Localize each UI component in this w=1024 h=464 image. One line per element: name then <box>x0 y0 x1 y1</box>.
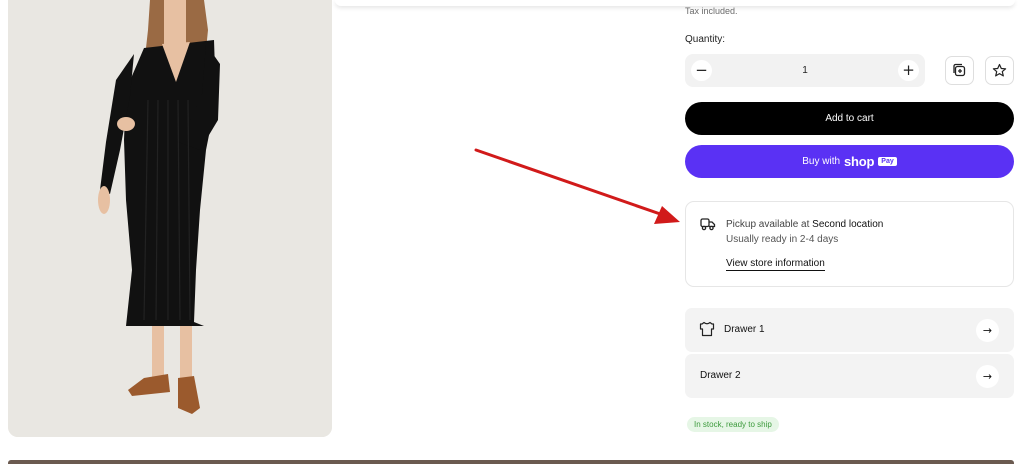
buy-with-label: Buy with <box>802 156 841 167</box>
stock-status-badge: In stock, ready to ship <box>687 417 779 432</box>
add-to-cart-button[interactable]: Add to cart <box>685 102 1014 135</box>
next-section-image-edge <box>8 460 1014 464</box>
pickup-location: Second location <box>812 219 884 230</box>
view-store-information-link[interactable]: View store information <box>726 258 825 271</box>
buy-with-shop-pay-button[interactable]: Buy with shop Pay <box>685 145 1014 178</box>
annotation-red-arrow <box>474 148 680 224</box>
model-in-black-dress-image <box>8 0 332 437</box>
shirt-icon <box>699 321 715 337</box>
drawer-2-label: Drawer 2 <box>700 370 741 381</box>
truck-icon <box>700 218 716 231</box>
compare-button[interactable] <box>945 56 974 85</box>
drawer-1-label: Drawer 1 <box>724 324 765 335</box>
arrow-right-icon[interactable]: → <box>976 319 999 342</box>
pickup-availability-text: Pickup available at Second location <box>726 219 883 230</box>
drawer-2[interactable]: Drawer 2 → <box>685 354 1014 398</box>
product-image[interactable] <box>8 0 332 437</box>
pickup-ready-time: Usually ready in 2-4 days <box>726 234 839 245</box>
sticky-header-shadow <box>335 0 1015 6</box>
shop-logo: shop <box>844 154 875 169</box>
quantity-label: Quantity: <box>685 34 726 45</box>
quantity-input[interactable]: 1 <box>715 54 895 87</box>
wishlist-button[interactable] <box>985 56 1014 85</box>
quantity-stepper: − 1 + <box>685 54 925 87</box>
tax-note: Tax included. <box>685 6 738 16</box>
arrow-right-icon[interactable]: → <box>976 365 999 388</box>
pickup-prefix: Pickup available at <box>726 219 810 230</box>
pay-badge: Pay <box>878 157 897 166</box>
quantity-increase-button[interactable]: + <box>898 60 919 81</box>
drawer-1[interactable]: Drawer 1 → <box>685 308 1014 352</box>
star-icon <box>992 63 1007 77</box>
compare-icon <box>953 63 966 77</box>
pickup-availability-card: Pickup available at Second location Usua… <box>685 201 1014 287</box>
quantity-decrease-button[interactable]: − <box>691 60 712 81</box>
